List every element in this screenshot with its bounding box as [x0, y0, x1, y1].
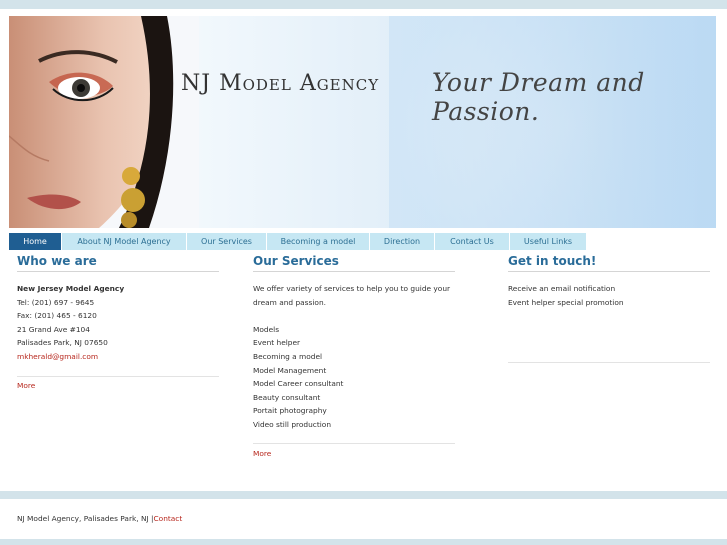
agency-name: New Jersey Model Agency [17, 284, 125, 293]
service-item: Portait photography [253, 406, 327, 416]
email-notification-text: Receive an email notification [508, 284, 616, 293]
address-line2: Palisades Park, NJ 07650 [17, 338, 108, 348]
main-nav: Home About NJ Model Agency Our Services … [9, 233, 587, 250]
top-bar [0, 0, 727, 9]
nav-about[interactable]: About NJ Model Agency [62, 233, 186, 250]
address-line1: 21 Grand Ave #104 [17, 324, 90, 334]
service-item: Beauty consultant [253, 392, 321, 402]
touch-body: Receive an email notification Event help… [508, 282, 710, 309]
nav-direction[interactable]: Direction [370, 233, 434, 250]
model-face-image [9, 16, 199, 228]
touch-heading: Get in touch! [508, 254, 710, 272]
who-heading: Who we are [17, 254, 219, 272]
who-divider [17, 376, 219, 377]
touch-divider [508, 362, 710, 363]
bottom-bar [0, 539, 727, 545]
services-divider [253, 443, 455, 444]
nav-contact-us[interactable]: Contact Us [435, 233, 509, 250]
nav-our-services[interactable]: Our Services [187, 233, 266, 250]
services-intro-1: We offer variety of services to help you… [253, 284, 451, 293]
service-item: Event helper [253, 338, 301, 348]
promotion-text: Event helper special promotion [508, 297, 624, 307]
services-heading: Our Services [253, 254, 455, 272]
footer-bar [0, 491, 727, 499]
services-intro-2: dream and passion. [253, 297, 326, 307]
footer-text: NJ Model Agency, Palisades Park, NJ | [17, 514, 154, 523]
fax: Fax: (201) 465 - 6120 [17, 311, 97, 321]
nav-becoming-model[interactable]: Becoming a model [267, 233, 369, 250]
who-we-are-section: Who we are New Jersey Model Agency Tel: … [17, 254, 219, 364]
nav-useful-links[interactable]: Useful Links [510, 233, 586, 250]
footer-contact-link[interactable]: Contact [154, 514, 183, 523]
service-item: Model Management [253, 365, 327, 375]
services-more-link[interactable]: More [253, 449, 271, 458]
who-more-link[interactable]: More [17, 381, 35, 390]
nav-home[interactable]: Home [9, 233, 61, 250]
email-link[interactable]: mkherald@gmail.com [17, 352, 98, 361]
services-body: We offer variety of services to help you… [253, 282, 455, 432]
brand-title: NJ Model Agency [181, 71, 380, 96]
brand-tagline: Your Dream and Passion. [432, 68, 645, 126]
service-item: Video still production [253, 419, 331, 429]
service-item: Model Career consultant [253, 379, 344, 389]
service-item: Becoming a model [253, 351, 323, 361]
contact-details: New Jersey Model Agency Tel: (201) 697 -… [17, 282, 219, 364]
services-section: Our Services We offer variety of service… [253, 254, 455, 432]
get-in-touch-section: Get in touch! Receive an email notificat… [508, 254, 710, 309]
header-banner: NJ Model Agency Your Dream and Passion. [9, 16, 716, 228]
service-item: Models [253, 324, 280, 334]
phone: Tel: (201) 697 - 9645 [17, 297, 95, 307]
footer: NJ Model Agency, Palisades Park, NJ |Con… [17, 514, 182, 523]
